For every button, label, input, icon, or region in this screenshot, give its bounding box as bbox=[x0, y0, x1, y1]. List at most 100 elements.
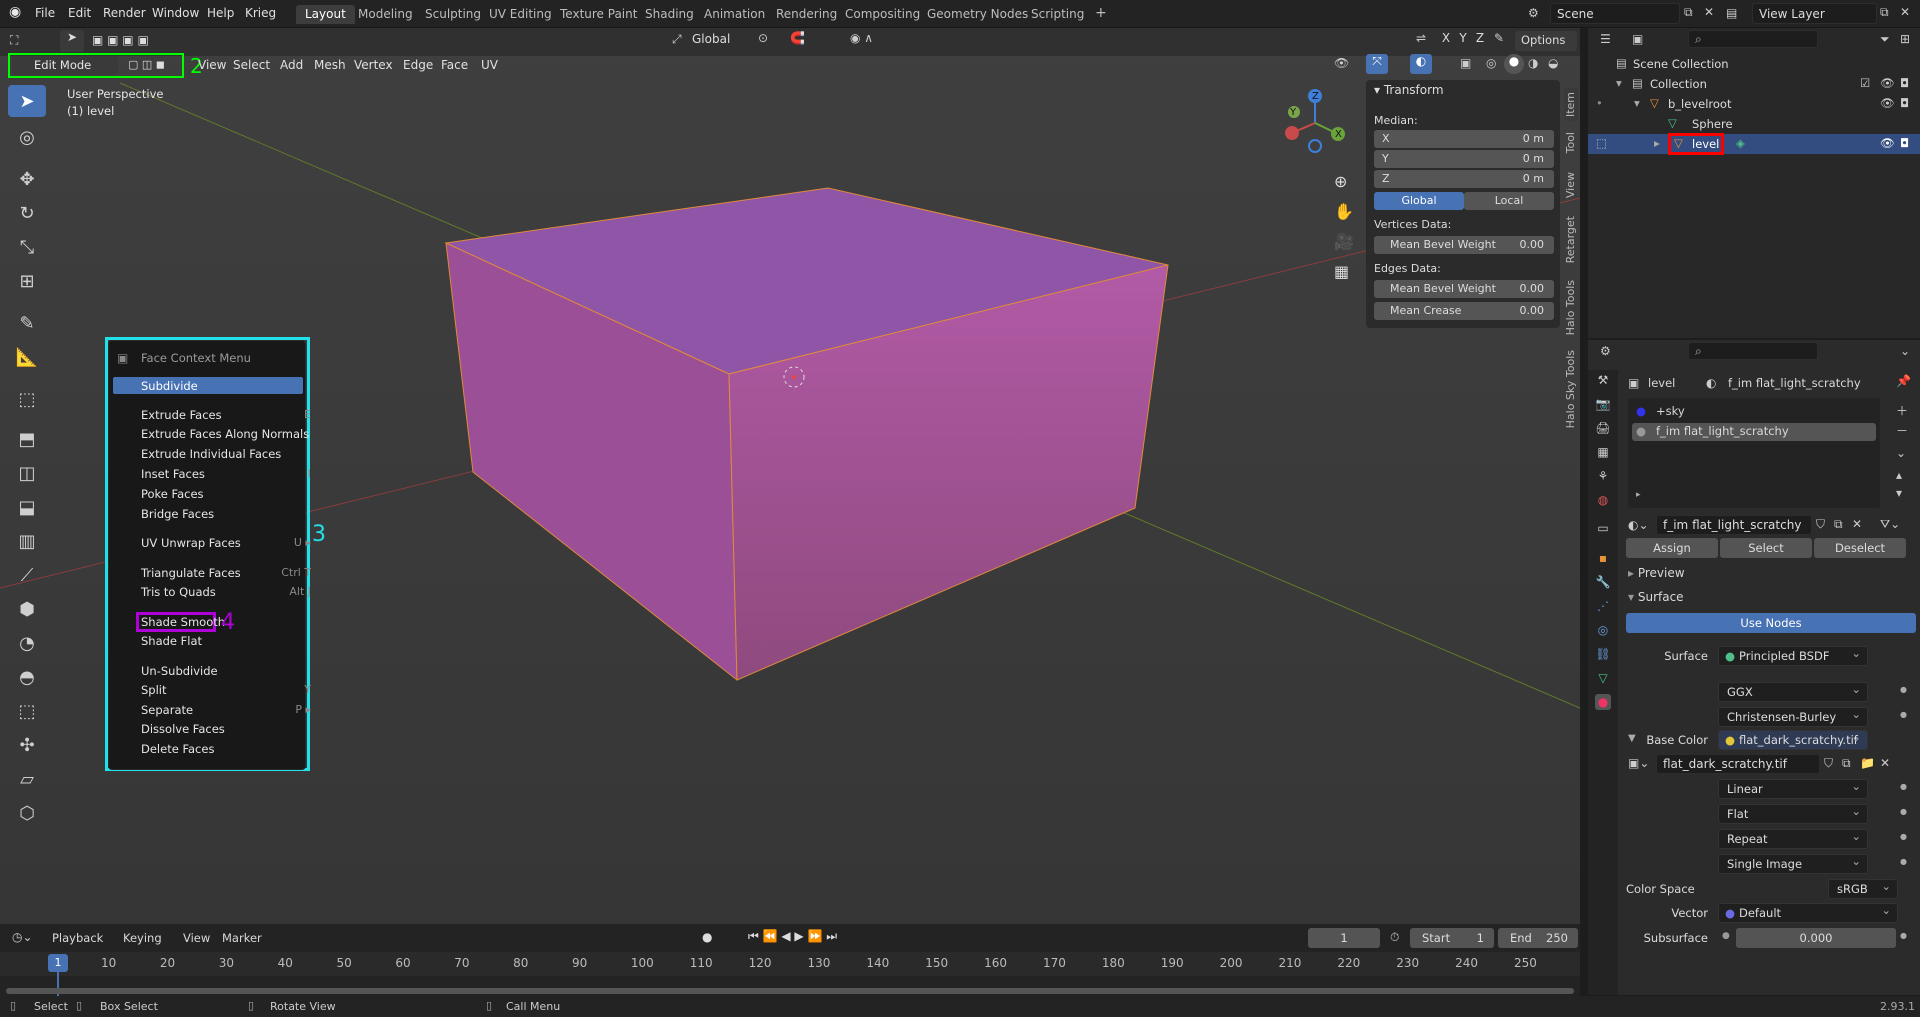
tab-animation[interactable]: Animation bbox=[695, 5, 774, 24]
menu-edge[interactable]: Edge bbox=[403, 58, 433, 72]
material-name-field[interactable]: f_im flat_light_scratchy bbox=[1656, 515, 1812, 535]
proportional-edit-icon[interactable]: ◉ ∧ bbox=[850, 31, 873, 45]
subsurface-method-dropdown[interactable]: Christensen-Burley bbox=[1718, 707, 1868, 727]
expand-arrow-icon[interactable]: ▾ bbox=[1616, 76, 1622, 90]
spin-tool-icon[interactable]: ◔ bbox=[8, 627, 46, 659]
outliner-row-scene-collection[interactable]: ▤ Scene Collection bbox=[1588, 54, 1920, 74]
keyframe-dot-icon[interactable]: ● bbox=[1900, 685, 1907, 694]
world-tab-icon[interactable]: ◍ bbox=[1595, 492, 1611, 508]
deselect-button[interactable]: Deselect bbox=[1814, 538, 1906, 558]
material-slot-active[interactable]: ● f_im flat_light_scratchy bbox=[1632, 423, 1876, 441]
mean-crease-field[interactable]: Mean Crease 0.00 bbox=[1374, 302, 1554, 320]
material-options-icon[interactable]: ⛛⌄ bbox=[1880, 517, 1900, 532]
menu-item-uv-unwrap-faces[interactable]: UV Unwrap Faces U ▸ bbox=[141, 536, 311, 550]
edge-bevel-weight-field[interactable]: Mean Bevel Weight 0.00 bbox=[1374, 280, 1554, 298]
scene-selector[interactable]: Scene bbox=[1550, 3, 1680, 24]
distribution-dropdown[interactable]: GGX bbox=[1718, 682, 1868, 702]
record-icon[interactable]: ● bbox=[702, 930, 712, 944]
wireframe-shading-icon[interactable]: ◎ bbox=[1486, 56, 1496, 70]
menu-marker[interactable]: Marker bbox=[222, 931, 262, 945]
mode-dropdown[interactable]: Edit Mode bbox=[12, 56, 118, 75]
brush-icon[interactable]: ✎ bbox=[1494, 31, 1504, 45]
object-tab-icon[interactable]: ▪ bbox=[1595, 550, 1611, 566]
checkbox-icon[interactable]: ☑ bbox=[1860, 76, 1870, 90]
tab-geometry-nodes[interactable]: Geometry Nodes bbox=[918, 5, 1037, 24]
menu-uv[interactable]: UV bbox=[481, 58, 498, 72]
pin-icon[interactable]: 📌 bbox=[1896, 374, 1911, 388]
scene-tab-icon[interactable]: ⚘ bbox=[1595, 468, 1611, 484]
smooth-tool-icon[interactable]: ◓ bbox=[8, 661, 46, 693]
modifier-tab-icon[interactable]: 🔧 bbox=[1595, 574, 1611, 590]
pan-hand-icon[interactable]: ✋ bbox=[1334, 202, 1354, 221]
physics-tab-icon[interactable]: ◎ bbox=[1595, 622, 1611, 638]
properties-editor-icon[interactable]: ⚙ bbox=[1600, 344, 1611, 358]
knife-tool-icon[interactable]: ⟋ bbox=[8, 559, 46, 591]
rip-tool-icon[interactable]: ⬡ bbox=[8, 797, 46, 829]
image-browse-icon[interactable]: ▣⌄ bbox=[1628, 756, 1649, 770]
options-dropdown[interactable]: Options bbox=[1515, 31, 1577, 51]
duplicate-image-icon[interactable]: ⧉ bbox=[1842, 756, 1851, 771]
tab-compositing[interactable]: Compositing bbox=[836, 5, 929, 24]
menu-item-inset-faces[interactable]: Inset Faces I bbox=[141, 467, 311, 481]
select-box-tool-icon[interactable]: ➤ bbox=[8, 85, 46, 117]
editor-type-icon[interactable]: ⛶ bbox=[10, 33, 18, 48]
transform-tool-icon[interactable]: ⊞ bbox=[8, 265, 46, 297]
xray-icon[interactable]: ▣ bbox=[1460, 56, 1471, 70]
expand-arrow-icon[interactable]: ▾ bbox=[1634, 96, 1640, 110]
rendered-shading-icon[interactable]: ◒ bbox=[1548, 56, 1558, 70]
clock-icon[interactable]: ⏱ bbox=[1390, 930, 1399, 945]
collection-tab-icon[interactable]: ▭ bbox=[1595, 520, 1611, 536]
outliner-row-sphere[interactable]: ▽ Sphere bbox=[1588, 114, 1920, 134]
surface-panel-header[interactable]: ▾ Surface bbox=[1628, 590, 1684, 604]
preview-panel-header[interactable]: ▸ Preview bbox=[1628, 566, 1685, 580]
tab-sculpting[interactable]: Sculpting bbox=[416, 5, 490, 24]
fake-user-icon[interactable]: ⛉ bbox=[1824, 756, 1833, 771]
menu-view[interactable]: View bbox=[183, 931, 210, 945]
menu-item-dissolve-faces[interactable]: Dissolve Faces bbox=[141, 722, 225, 736]
image-name-field[interactable]: flat_dark_scratchy.tif bbox=[1656, 754, 1820, 774]
transform-orientation-dropdown[interactable]: Global bbox=[692, 32, 730, 46]
menu-file[interactable]: File bbox=[35, 6, 55, 20]
select-button[interactable]: Select bbox=[1720, 538, 1812, 558]
bevel-tool-icon[interactable]: ⬓ bbox=[8, 491, 46, 523]
poly-build-tool-icon[interactable]: ⬢ bbox=[8, 593, 46, 625]
menu-item-un-subdivide[interactable]: Un-Subdivide bbox=[141, 664, 218, 678]
menu-item-extrude-faces-along-normals[interactable]: Extrude Faces Along Normals bbox=[141, 427, 309, 441]
outliner-row-level[interactable]: ⬚ ▸ ▽ level ◈ 👁 ◘ bbox=[1588, 133, 1920, 155]
particles-tab-icon[interactable]: ⋰ bbox=[1595, 598, 1611, 614]
menu-playback[interactable]: Playback bbox=[52, 931, 103, 945]
tab-tool[interactable]: Tool bbox=[1564, 132, 1578, 153]
filter-icon[interactable]: ⏷ bbox=[1880, 32, 1890, 47]
median-z-field[interactable]: Z0 m bbox=[1374, 170, 1554, 188]
expand-arrow-icon[interactable]: ▸ bbox=[1654, 136, 1660, 150]
camera-render-icon[interactable]: ◘ bbox=[1900, 96, 1909, 110]
unlink-material-icon[interactable]: ✕ bbox=[1852, 517, 1862, 531]
start-frame-field[interactable]: Start 1 bbox=[1410, 928, 1494, 948]
add-workspace-button[interactable]: + bbox=[1086, 3, 1116, 22]
annotate-tool-icon[interactable]: ✎ bbox=[8, 307, 46, 339]
material-browse-icon[interactable]: ◐⌄ bbox=[1628, 518, 1649, 532]
new-view-layer-icon[interactable]: ⧉ bbox=[1880, 5, 1889, 20]
data-tab-icon[interactable]: ▽ bbox=[1595, 670, 1611, 686]
keyframe-dot-icon[interactable]: ● bbox=[1900, 832, 1907, 841]
axis-x-toggle[interactable]: X bbox=[1438, 31, 1454, 45]
tab-retarget[interactable]: Retarget bbox=[1564, 216, 1578, 263]
keyframe-dot-icon[interactable]: ● bbox=[1900, 807, 1907, 816]
timeline-scrollbar[interactable] bbox=[6, 988, 1574, 994]
select-tool-icon[interactable]: ➤ bbox=[60, 30, 84, 52]
menu-window[interactable]: Window bbox=[152, 6, 199, 20]
snap-icon[interactable]: 🧲 bbox=[790, 31, 805, 45]
menu-item-shade-flat[interactable]: Shade Flat bbox=[141, 634, 202, 648]
tool-tab-icon[interactable]: ⚒ bbox=[1595, 372, 1611, 388]
add-slot-button[interactable]: ＋ bbox=[1896, 402, 1908, 419]
menu-item-bridge-faces[interactable]: Bridge Faces bbox=[141, 507, 214, 521]
keyframe-dot-icon[interactable]: ● bbox=[1900, 857, 1907, 866]
menu-face[interactable]: Face bbox=[441, 58, 468, 72]
menu-item-shade-smooth[interactable]: Shade Smooth bbox=[141, 615, 225, 629]
timeline-editor-icon[interactable]: ◷⌄ bbox=[12, 930, 33, 944]
subsurface-value-field[interactable]: 0.000 bbox=[1736, 928, 1896, 948]
grid-icon[interactable]: ▦ bbox=[1334, 262, 1349, 281]
color-space-dropdown[interactable]: sRGB bbox=[1828, 879, 1898, 899]
inset-tool-icon[interactable]: ◫ bbox=[8, 457, 46, 489]
dropdown-icon[interactable]: ⌄ bbox=[1900, 344, 1910, 358]
